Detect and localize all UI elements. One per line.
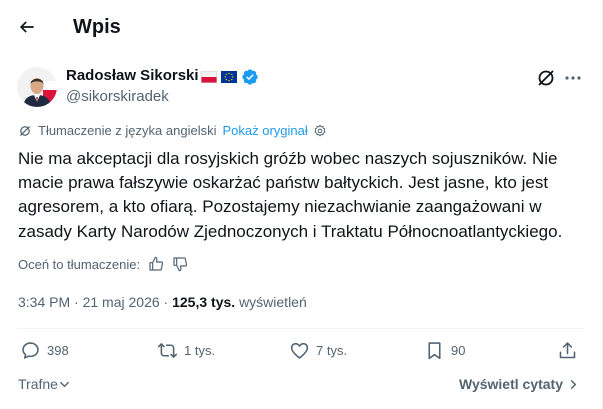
meta-separator: · — [163, 294, 169, 310]
grok-button[interactable] — [536, 68, 556, 88]
more-horizontal-icon — [565, 76, 581, 80]
reply-button[interactable]: 398 — [20, 340, 69, 361]
top-bar: Wpis — [0, 0, 603, 53]
view-quotes-button[interactable]: Wyświetl cytaty — [459, 376, 579, 392]
views-label: wyświetleń — [239, 294, 307, 310]
share-icon — [559, 342, 576, 359]
arrow-left-icon — [19, 21, 34, 33]
translation-notice: Tłumaczenie z języka angielski Pokaż ory… — [18, 123, 327, 138]
poland-flag-icon — [201, 71, 217, 83]
share-button[interactable] — [557, 340, 578, 361]
post-date[interactable]: 21 maj 2026 — [83, 294, 160, 310]
repost-icon — [157, 343, 178, 358]
chevron-down-icon — [60, 381, 69, 387]
author-badges — [201, 68, 259, 86]
verified-badge-icon[interactable] — [241, 68, 259, 86]
translation-label: Tłumaczenie z języka angielski — [38, 123, 217, 138]
thumb-down-button[interactable] — [172, 256, 188, 272]
avatar[interactable] — [17, 67, 57, 107]
like-count: 7 tys. — [316, 343, 348, 358]
sort-replies-button[interactable]: Trafne — [18, 376, 70, 392]
reply-icon — [22, 342, 39, 359]
rate-translation: Oceń to tłumaczenie: — [18, 256, 188, 272]
sort-replies-label: Trafne — [18, 376, 58, 392]
replies-footer: Trafne Wyświetl cytaty — [0, 376, 603, 396]
views-count: 125,3 tys. — [172, 294, 236, 310]
rate-translation-label: Oceń to tłumaczenie: — [18, 256, 141, 272]
page-title: Wpis — [73, 16, 121, 38]
divider — [17, 328, 584, 329]
post-meta: 3:34 PM · 21 maj 2026 · 125,3 tys. wyświ… — [18, 294, 307, 310]
thumb-up-icon — [149, 256, 164, 271]
view-quotes-label: Wyświetl cytaty — [458, 376, 563, 392]
post-time[interactable]: 3:34 PM — [18, 294, 70, 310]
bookmark-icon — [428, 342, 441, 360]
back-button[interactable] — [12, 12, 42, 42]
more-button[interactable] — [563, 68, 583, 88]
action-bar: 398 1 tys. 7 tys. 90 — [0, 340, 603, 368]
avatar-image — [17, 67, 57, 107]
author-handle[interactable]: @sikorskiradek — [66, 88, 169, 105]
translate-icon — [20, 125, 30, 136]
author-name[interactable]: Radosław Sikorski — [66, 67, 199, 84]
bookmark-button[interactable]: 90 — [424, 340, 465, 361]
grok-icon — [538, 70, 554, 86]
meta-separator: · — [74, 294, 79, 310]
post-text: Nie ma akceptacji dla rosyjskich gróźb w… — [18, 149, 563, 241]
thumb-down-icon — [173, 257, 188, 272]
chevron-right-icon — [570, 379, 577, 389]
reply-count: 398 — [47, 343, 69, 358]
eu-flag-icon — [221, 71, 237, 83]
translation-settings-button[interactable] — [313, 124, 327, 138]
show-original-link[interactable]: Pokaż oryginał — [222, 123, 307, 138]
bookmark-count: 90 — [451, 343, 466, 358]
thumb-up-button[interactable] — [148, 256, 164, 272]
heart-icon — [290, 342, 309, 359]
repost-button[interactable]: 1 tys. — [157, 340, 215, 361]
like-button[interactable]: 7 tys. — [289, 340, 347, 361]
repost-count: 1 tys. — [184, 343, 216, 358]
gear-icon — [314, 124, 326, 136]
